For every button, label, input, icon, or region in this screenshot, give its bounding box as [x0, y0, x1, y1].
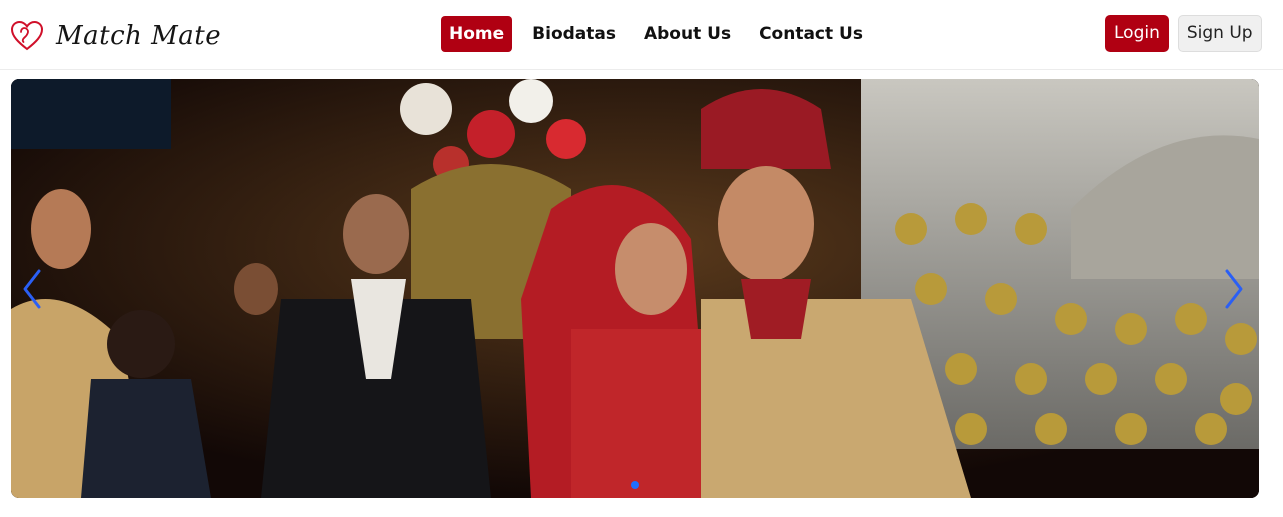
navbar: Match Mate Home Biodatas About Us Contac…	[0, 0, 1283, 70]
chevron-left-icon	[23, 269, 41, 309]
nav-biodatas[interactable]: Biodatas	[524, 16, 624, 52]
auth-buttons: Login Sign Up	[1105, 15, 1262, 53]
wedding-couple-photo	[11, 79, 1259, 498]
nav-home[interactable]: Home	[441, 16, 513, 52]
hero-carousel	[11, 79, 1259, 498]
chevron-right-icon	[1225, 269, 1243, 309]
login-button[interactable]: Login	[1105, 15, 1169, 52]
brand[interactable]: Match Mate	[10, 16, 221, 56]
signup-button[interactable]: Sign Up	[1177, 15, 1262, 52]
main-nav: Home Biodatas About Us Contact Us	[441, 16, 883, 52]
heart-logo-icon	[10, 20, 44, 51]
nav-about-us[interactable]: About Us	[636, 16, 739, 52]
carousel-next-button[interactable]	[1219, 265, 1249, 313]
nav-contact-us[interactable]: Contact Us	[751, 16, 871, 52]
brand-name: Match Mate	[56, 21, 222, 51]
carousel-indicator-dot[interactable]	[631, 481, 639, 489]
carousel-prev-button[interactable]	[17, 265, 47, 313]
carousel-indicators	[11, 481, 1259, 489]
